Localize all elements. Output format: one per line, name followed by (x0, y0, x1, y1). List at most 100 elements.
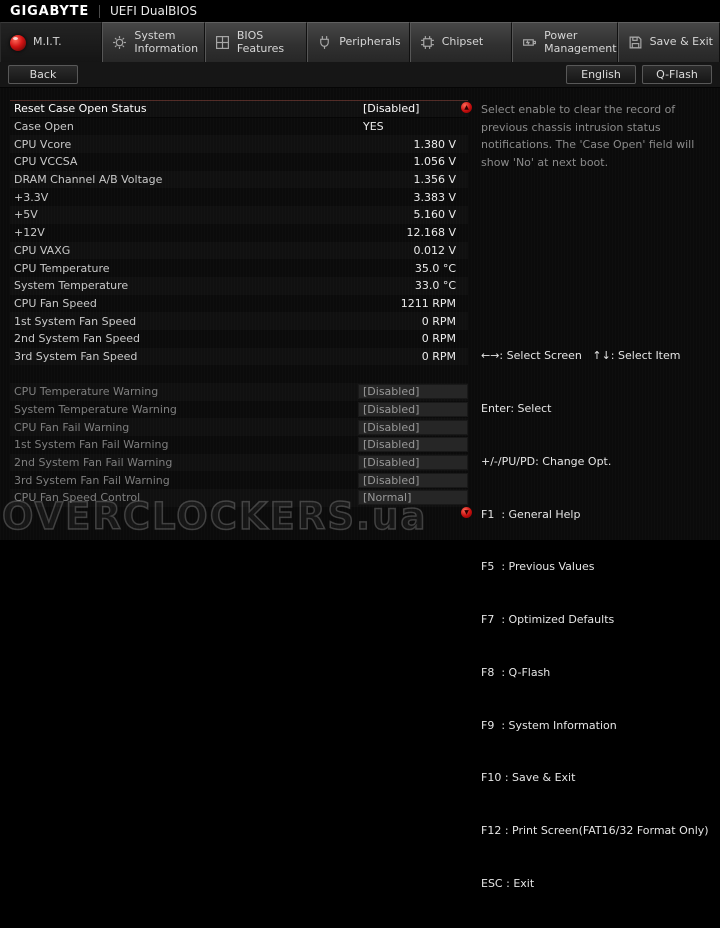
setting-row-fan-speed-control[interactable]: CPU Fan Speed Control [Normal] (10, 489, 468, 507)
sensor-row-cpu-temp: CPU Temperature 35.0 °C (10, 259, 468, 277)
menu-tab-bar: M.I.T. System Information BIOS Features … (0, 22, 720, 62)
setting-value: [Disabled] (358, 455, 468, 470)
save-disk-icon (628, 35, 643, 50)
tab-power-management[interactable]: Power Management (512, 22, 617, 62)
gigabyte-logo: GIGABYTE (10, 4, 89, 19)
sensor-value: 1.356 V (358, 173, 468, 186)
sensor-value: 33.0 °C (358, 279, 468, 292)
sensor-label: CPU VAXG (10, 244, 358, 257)
setting-row-sys-fan2-fail[interactable]: 2nd System Fan Fail Warning [Disabled] (10, 454, 468, 472)
sensor-row-dram-voltage: DRAM Channel A/B Voltage 1.356 V (10, 171, 468, 189)
setting-value: [Disabled] (358, 437, 468, 452)
sensor-label: CPU VCCSA (10, 155, 358, 168)
key-hint: F9 : System Information (481, 717, 709, 735)
setting-value: [Disabled] (358, 473, 468, 488)
key-hint: F1 : General Help (481, 506, 709, 524)
sensor-value: 0 RPM (358, 332, 468, 345)
sensor-row-case-open: Case Open YES (10, 118, 468, 136)
qflash-button[interactable]: Q-Flash (642, 65, 712, 84)
tab-label: System (134, 30, 198, 43)
setting-value: [Disabled] (358, 384, 468, 399)
sensor-row-cpu-vaxg: CPU VAXG 0.012 V (10, 242, 468, 260)
sensor-label: DRAM Channel A/B Voltage (10, 173, 358, 186)
key-hint: F5 : Previous Values (481, 558, 709, 576)
sensor-value: 1.056 V (358, 155, 468, 168)
tab-label: Information (134, 43, 198, 56)
grid-icon (215, 35, 230, 50)
tab-label: Features (237, 43, 284, 56)
mit-dial-icon (10, 35, 26, 51)
tab-label: M.I.T. (33, 36, 62, 49)
sensor-value: 0 RPM (358, 350, 468, 363)
setting-value: [Disabled] (358, 420, 468, 435)
sensor-label: CPU Temperature (10, 262, 358, 275)
setting-label: CPU Fan Speed Control (10, 491, 358, 504)
setting-label: CPU Temperature Warning (10, 385, 358, 398)
sensor-row-sys-fan2: 2nd System Fan Speed 0 RPM (10, 330, 468, 348)
sensor-label: +5V (10, 208, 358, 221)
sensor-row-sys-fan3: 3rd System Fan Speed 0 RPM (10, 348, 468, 366)
sensor-row-sys-fan1: 1st System Fan Speed 0 RPM (10, 312, 468, 330)
bios-product-name: UEFI DualBIOS (110, 4, 197, 18)
mit-health-page: Reset Case Open Status [Disabled] Case O… (0, 88, 720, 540)
sensor-value: 3.383 V (358, 191, 468, 204)
setting-row-sys-fan1-fail[interactable]: 1st System Fan Fail Warning [Disabled] (10, 436, 468, 454)
tab-label: Management (544, 43, 616, 56)
setting-value: [Normal] (358, 490, 468, 505)
tab-label: Power (544, 30, 616, 43)
sensor-value: 1211 RPM (358, 297, 468, 310)
key-hint: F8 : Q-Flash (481, 664, 709, 682)
tab-mit[interactable]: M.I.T. (0, 22, 102, 62)
sensor-row-5v: +5V 5.160 V (10, 206, 468, 224)
key-hint: Enter: Select (481, 400, 709, 418)
sensor-value: 0.012 V (358, 244, 468, 257)
tab-save-exit[interactable]: Save & Exit (618, 22, 720, 62)
setting-row-sys-temp-warning[interactable]: System Temperature Warning [Disabled] (10, 401, 468, 419)
battery-icon (522, 35, 537, 50)
sensor-row-cpu-vccsa: CPU VCCSA 1.056 V (10, 153, 468, 171)
tab-label: Chipset (442, 36, 484, 49)
tab-peripherals[interactable]: Peripherals (307, 22, 409, 62)
tab-bios-features[interactable]: BIOS Features (205, 22, 307, 62)
setting-label: 3rd System Fan Fail Warning (10, 474, 358, 487)
setting-label: Reset Case Open Status (10, 102, 358, 115)
sensor-value: 5.160 V (358, 208, 468, 221)
setting-row-reset-case-open[interactable]: Reset Case Open Status [Disabled] (10, 100, 468, 118)
chip-icon (420, 35, 435, 50)
setting-row-sys-fan3-fail[interactable]: 3rd System Fan Fail Warning [Disabled] (10, 471, 468, 489)
sensor-value: 1.380 V (358, 138, 468, 151)
secondary-toolbar: Back English Q-Flash (0, 62, 720, 88)
back-button[interactable]: Back (8, 65, 78, 84)
key-hint: F10 : Save & Exit (481, 769, 709, 787)
setting-label: CPU Fan Fail Warning (10, 421, 358, 434)
setting-row-cpu-temp-warning[interactable]: CPU Temperature Warning [Disabled] (10, 383, 468, 401)
tab-system-information[interactable]: System Information (102, 22, 204, 62)
sensor-label: +12V (10, 226, 358, 239)
title-bar: GIGABYTE UEFI DualBIOS (0, 0, 720, 22)
sensor-row-cpu-fan: CPU Fan Speed 1211 RPM (10, 295, 468, 313)
sensor-label: CPU Fan Speed (10, 297, 358, 310)
key-hint: ←→: Select Screen ↑↓: Select Item (481, 347, 709, 365)
tab-label: BIOS (237, 30, 284, 43)
setting-label: System Temperature Warning (10, 403, 358, 416)
sensor-value: YES (358, 120, 468, 133)
language-button[interactable]: English (566, 65, 636, 84)
setting-value: [Disabled] (358, 102, 468, 115)
sensor-label: 1st System Fan Speed (10, 315, 358, 328)
sensor-group: Reset Case Open Status [Disabled] Case O… (10, 100, 468, 365)
key-hint: ESC : Exit (481, 875, 709, 893)
sensor-label: CPU Vcore (10, 138, 358, 151)
plug-icon (317, 35, 332, 50)
sensor-row-12v: +12V 12.168 V (10, 224, 468, 242)
scroll-down-icon[interactable]: ▼ (461, 507, 472, 518)
scroll-up-icon[interactable]: ▲ (461, 102, 472, 113)
setting-label: 1st System Fan Fail Warning (10, 438, 358, 451)
settings-list: Reset Case Open Status [Disabled] Case O… (10, 100, 468, 507)
sensor-label: System Temperature (10, 279, 358, 292)
setting-value: [Disabled] (358, 402, 468, 417)
setting-row-cpu-fan-fail[interactable]: CPU Fan Fail Warning [Disabled] (10, 418, 468, 436)
tab-label: Peripherals (339, 36, 400, 49)
warning-group: CPU Temperature Warning [Disabled] Syste… (10, 383, 468, 507)
tab-chipset[interactable]: Chipset (410, 22, 512, 62)
sensor-label: 2nd System Fan Speed (10, 332, 358, 345)
